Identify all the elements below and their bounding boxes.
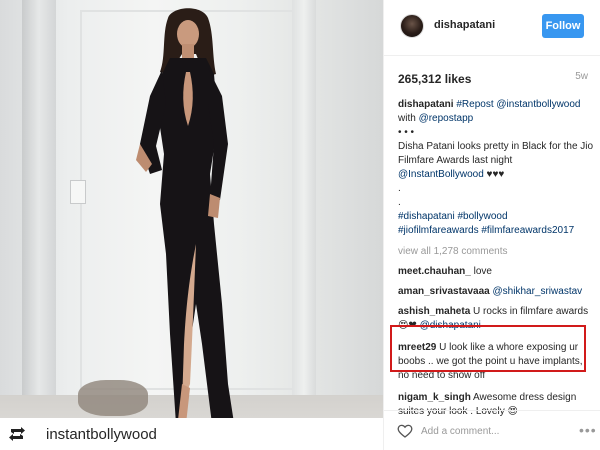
comment-user[interactable]: ashish_maheta	[398, 306, 470, 317]
caption: dishapatani #Repost @instantbollywood wi…	[398, 98, 594, 238]
likes-count[interactable]: 265,312 likes	[398, 72, 471, 86]
follow-button[interactable]: Follow	[542, 14, 584, 38]
add-comment-input[interactable]	[421, 422, 571, 440]
comment-text[interactable]: @shikhar_sriwastav	[493, 286, 583, 297]
comment-item: aman_srivastavaaa @shikhar_sriwastav	[398, 285, 594, 299]
likes-row: 265,312 likes 5w	[398, 70, 588, 88]
avatar[interactable]	[400, 14, 424, 38]
caption-user[interactable]: dishapatani	[398, 99, 454, 110]
repost-handle[interactable]: instantbollywood	[46, 426, 157, 443]
mention-repostapp[interactable]: @repostapp	[419, 113, 474, 124]
comment-text: love	[473, 266, 492, 277]
comment-user[interactable]: aman_srivastavaaa	[398, 286, 490, 297]
hashtags-line-2[interactable]: #jiofilmfareawards #filmfareawards2017	[398, 224, 594, 238]
hashtags-line-1[interactable]: #dishapatani #bollywood	[398, 210, 594, 224]
retweet-icon	[8, 425, 26, 443]
post-header: dishapatani Follow	[384, 0, 600, 56]
username[interactable]: dishapatani	[434, 19, 495, 31]
mention-instantbollywood-2[interactable]: @InstantBollywood	[398, 169, 484, 180]
comments-feed: dishapatani #Repost @instantbollywood wi…	[398, 98, 594, 425]
comment-item: meet.chauhan_ love	[398, 265, 594, 279]
post-photo[interactable]: instantbollywood	[0, 0, 383, 450]
door-frame	[292, 0, 316, 400]
mention-instantbollywood[interactable]: @instantbollywood	[496, 99, 580, 110]
door-frame	[22, 0, 56, 400]
view-all-comments-link[interactable]: view all 1,278 comments	[398, 245, 594, 259]
comment-user[interactable]: meet.chauhan_	[398, 266, 471, 277]
caption-dots: • • •	[398, 127, 415, 138]
heart-icon[interactable]	[397, 423, 413, 439]
post-age[interactable]: 5w	[575, 71, 588, 82]
highlight-box	[390, 325, 586, 372]
more-options-icon[interactable]: •••	[579, 423, 597, 437]
repost-bar: instantbollywood	[0, 418, 383, 450]
caption-body: Disha Patani looks pretty in Black for t…	[398, 141, 594, 166]
comment-text: U rocks in filmfare awards	[473, 306, 589, 317]
post-sidebar: dishapatani Follow 265,312 likes 5w dish…	[383, 0, 600, 450]
hearts-emoji: ♥♥♥	[486, 169, 505, 180]
comment-user[interactable]: nigam_k_singh	[398, 392, 471, 403]
wall-socket	[70, 180, 86, 204]
repost-hashtag[interactable]: #Repost	[456, 99, 493, 110]
caption-period: .	[398, 197, 401, 208]
caption-period: .	[398, 183, 401, 194]
caption-with: with	[398, 113, 416, 124]
add-comment-bar: •••	[383, 410, 600, 450]
woman-in-black-gown	[136, 8, 236, 440]
